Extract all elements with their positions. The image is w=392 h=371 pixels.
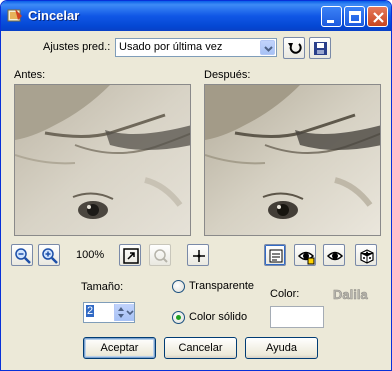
dialog-window: Cincelar Ajustes pred.: Usado por última… [0, 0, 392, 371]
before-preview[interactable] [14, 84, 191, 236]
pan-disabled-icon [154, 249, 168, 263]
svg-text:Dalila: Dalila [333, 287, 368, 302]
randomize-button[interactable] [355, 244, 377, 266]
minimize-button[interactable] [321, 6, 342, 27]
cancel-button[interactable]: Cancelar [164, 337, 237, 359]
proof-icon [269, 249, 283, 263]
dalila-watermark: Dalila [333, 287, 369, 302]
crosshair-button[interactable] [187, 244, 209, 266]
radio-selected-dot [176, 315, 181, 320]
crosshair-icon [193, 250, 205, 262]
reset-preset-button[interactable] [283, 37, 305, 59]
spin-arrows-icon [118, 307, 134, 318]
randomize-icon [360, 249, 374, 264]
zoom-in-icon [42, 248, 58, 264]
presets-label: Ajustes pred.: [43, 41, 111, 53]
auto-proof-icon [297, 251, 315, 265]
before-label: Antes: [14, 69, 46, 81]
size-label: Tamaño: [81, 281, 124, 293]
color-label: Color: [270, 288, 300, 300]
save-preset-icon [314, 42, 327, 55]
presets-select[interactable]: Usado por última vez [115, 38, 277, 57]
zoom-out-button[interactable] [11, 244, 33, 266]
before-preview-image [15, 85, 190, 235]
maximize-button[interactable] [344, 6, 365, 27]
zoom-in-button[interactable] [38, 244, 60, 266]
size-value[interactable]: 2 [86, 305, 95, 317]
help-button[interactable]: Ayuda [245, 337, 318, 359]
fit-button[interactable] [119, 244, 141, 266]
solid-color-label[interactable]: Color sólido [189, 311, 247, 323]
ok-button[interactable]: Aceptar [83, 337, 156, 359]
solid-color-radio[interactable] [172, 311, 185, 324]
auto-proof-button[interactable] [294, 244, 316, 266]
maximize-icon [349, 11, 361, 23]
chevron-down-icon [264, 46, 273, 52]
app-icon [7, 9, 22, 22]
presets-dropdown-button[interactable] [260, 40, 275, 55]
zoom-level: 100% [76, 249, 105, 261]
after-preview[interactable] [204, 84, 381, 236]
zoom-out-icon [15, 248, 31, 264]
close-button[interactable] [367, 6, 388, 27]
preview-toggle-button[interactable] [323, 244, 345, 266]
after-label: Después: [204, 69, 251, 81]
transparent-radio[interactable] [172, 280, 185, 293]
window-title: Cincelar [28, 8, 80, 23]
fit-icon [123, 248, 139, 264]
pan-button[interactable] [149, 244, 171, 266]
save-preset-button[interactable] [309, 37, 331, 59]
close-icon [373, 12, 384, 23]
size-spinner[interactable]: 2 [83, 302, 135, 323]
proof-button[interactable] [264, 244, 286, 266]
reset-preset-icon [288, 43, 302, 54]
after-preview-image [205, 85, 380, 235]
title-bar[interactable]: Cincelar [1, 1, 391, 31]
presets-value: Usado por última vez [119, 41, 223, 53]
transparent-label[interactable]: Transparente [189, 280, 254, 292]
minimize-icon [327, 20, 334, 23]
preview-toggle-icon [326, 251, 344, 261]
size-spin-arrows[interactable] [114, 304, 134, 321]
color-swatch[interactable] [270, 306, 324, 328]
